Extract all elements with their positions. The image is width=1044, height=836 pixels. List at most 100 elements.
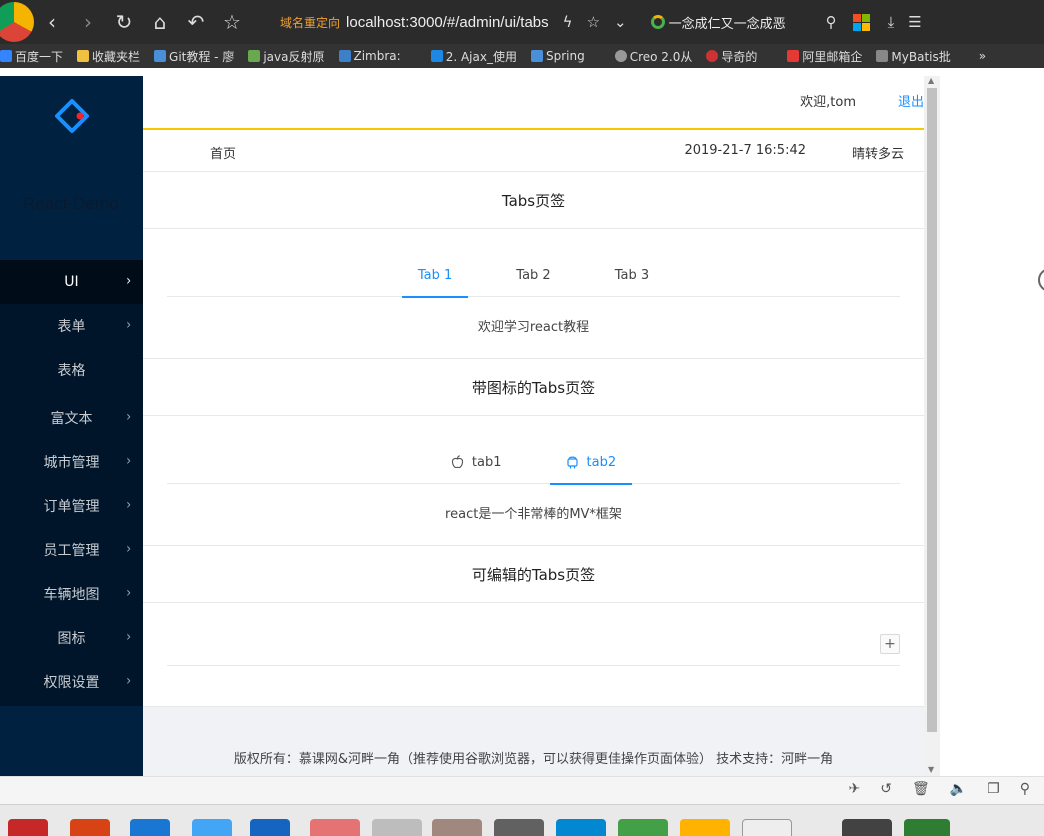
search-box[interactable]: 一念成仁又一念成恶 ⚲ — [650, 13, 837, 32]
home-icon[interactable]: ⌂ — [142, 0, 178, 44]
taskbar-app-icon[interactable] — [70, 819, 110, 836]
undo-icon[interactable]: ↶ — [178, 0, 214, 44]
volume-icon[interactable]: 🔈 — [950, 781, 967, 797]
browser-toolbar: ‹ › ↻ ⌂ ↶ ☆ 域名重定向 localhost:3000/#/admin… — [0, 0, 1044, 44]
taskbar-app-icon[interactable] — [556, 819, 606, 836]
taskbar-app-icon[interactable] — [618, 819, 668, 836]
chevron-right-icon: › — [126, 627, 131, 645]
chevron-right-icon: › — [126, 495, 131, 513]
back-icon[interactable]: ‹ — [34, 0, 70, 44]
address-bar[interactable]: 域名重定向 localhost:3000/#/admin/ui/tabs ϟ ☆… — [280, 0, 627, 44]
tabs-nav: tab1 tab2 — [167, 440, 900, 485]
forward-icon[interactable]: › — [70, 0, 106, 44]
sidebar-item-staff[interactable]: 员工管理 › — [0, 528, 143, 572]
tab-3[interactable]: Tab 3 — [599, 253, 665, 297]
download-icon[interactable]: ⤓ — [888, 13, 895, 31]
sidebar-item-vehicle-map[interactable]: 车辆地图 › — [0, 572, 143, 616]
bookmark-item[interactable]: Zimbra: — [338, 49, 401, 63]
apple-icon — [451, 455, 463, 469]
logout-link[interactable]: 退出 — [898, 91, 924, 110]
breadcrumb: 首页 2019-21-7 16:5:42 晴转多云 — [143, 130, 924, 172]
bookmark-icon — [338, 50, 351, 62]
taskbar-app-icon[interactable] — [842, 819, 892, 836]
sidebar-item-label: 表单 — [57, 319, 86, 335]
page-scrollbar[interactable]: ▲ ▼ — [924, 76, 940, 776]
main-content: 欢迎,tom 退出 首页 2019-21-7 16:5:42 晴转多云 Tabs… — [143, 76, 924, 776]
refresh-icon[interactable]: ↺ — [880, 781, 892, 797]
search-engine-icon — [650, 15, 665, 29]
taskbar-app-icon[interactable] — [904, 819, 950, 836]
tab-apple[interactable]: tab1 — [435, 440, 518, 484]
bookmark-item[interactable]: 阿里邮箱企 — [787, 48, 862, 65]
sidebar-item-table[interactable]: 表格 — [0, 348, 143, 392]
sidebar-item-label: 车辆地图 — [43, 587, 100, 603]
scroll-thumb[interactable] — [927, 88, 937, 732]
menu-icon[interactable]: ☰ — [908, 13, 921, 31]
card-body: + — [143, 603, 924, 706]
ant-logo-icon — [55, 99, 89, 133]
bookmark-item[interactable]: MyBatis批 — [876, 48, 951, 65]
taskbar-app-icon[interactable] — [8, 819, 48, 836]
sidebar-item-order[interactable]: 订单管理 › — [0, 484, 143, 528]
bookmark-item[interactable]: 收藏夹栏 — [77, 48, 140, 65]
taskbar-app-icon[interactable] — [680, 819, 730, 836]
tabs-nav: + — [167, 603, 900, 666]
browser-logo-icon — [0, 2, 34, 42]
sidebar-bottom — [0, 706, 143, 776]
apps-icon[interactable] — [852, 13, 870, 31]
zoom-icon[interactable]: ⚲ — [1020, 781, 1030, 797]
lightning-icon[interactable]: ϟ — [563, 13, 573, 31]
bookmark-icon — [530, 50, 543, 62]
sidebar-item-label: 订单管理 — [43, 499, 100, 515]
dropdown-icon[interactable]: ⌄ — [614, 13, 627, 31]
breadcrumb-home[interactable]: 首页 — [210, 143, 236, 162]
bookmarks-more-icon[interactable]: » — [979, 49, 986, 63]
taskbar-app-icon[interactable] — [130, 819, 170, 836]
search-icon[interactable]: ⚲ — [826, 13, 837, 31]
sidebar-item-rich-text[interactable]: 富文本 › — [0, 396, 143, 440]
taskbar-app-icon[interactable] — [192, 819, 232, 836]
scroll-down-icon[interactable]: ▼ — [928, 765, 934, 774]
sidebar-item-form[interactable]: 表单 › — [0, 304, 143, 348]
taskbar-app-icon[interactable] — [250, 819, 290, 836]
sidebar-item-city[interactable]: 城市管理 › — [0, 440, 143, 484]
window-icon[interactable]: ❐ — [987, 781, 1000, 797]
bookmark-item[interactable]: java反射原 — [248, 48, 325, 65]
bookmark-item[interactable]: Creo 2.0从 — [614, 48, 692, 65]
add-tab-button[interactable]: + — [880, 634, 900, 654]
reload-icon[interactable]: ↻ — [106, 0, 142, 44]
sidebar-item-label: 员工管理 — [43, 543, 100, 559]
bookmark-item[interactable]: 百度一下 — [0, 48, 63, 65]
app-title: React-Demo — [23, 194, 119, 213]
trash-icon[interactable]: 🗑 — [912, 781, 930, 797]
star-icon[interactable]: ☆ — [214, 0, 250, 44]
rocket-icon[interactable]: ✈ — [848, 781, 860, 797]
taskbar-app-icon[interactable] — [494, 819, 544, 836]
sidebar-item-icons[interactable]: 图标 › — [0, 616, 143, 660]
tab-android[interactable]: tab2 — [549, 440, 633, 485]
weather-text: 晴转多云 — [851, 147, 904, 162]
taskbar-app-icon[interactable] — [310, 819, 360, 836]
sidebar-item-permission[interactable]: 权限设置 › — [0, 660, 143, 704]
taskbar-app-icon[interactable] — [372, 819, 422, 836]
bookmark-icon — [0, 50, 12, 62]
sidebar-menu: UI › 表单 › 表格 富文本 › 城市管理 › 订单管理 › 员工管理 › 车辆地图 › … — [0, 260, 143, 704]
favorite-icon[interactable]: ☆ — [587, 13, 600, 31]
bookmark-item[interactable]: Git教程 - 廖 — [154, 48, 234, 65]
bookmark-item[interactable]: 导奇的 — [706, 48, 757, 65]
taskbar-app-icon[interactable] — [742, 819, 792, 836]
url-text[interactable]: localhost:3000/#/admin/ui/tabs — [346, 14, 549, 31]
mail-icon — [787, 50, 800, 62]
tab-2[interactable]: Tab 2 — [500, 253, 566, 297]
search-text[interactable]: 一念成仁又一念成恶 — [669, 13, 786, 32]
header: 欢迎,tom 退出 — [143, 76, 924, 130]
bookmark-item[interactable]: Spring — [530, 49, 585, 63]
taskbar-app-icon[interactable] — [432, 819, 482, 836]
bookmark-item[interactable]: 2. Ajax_使用 — [430, 48, 517, 65]
redirect-tag: 域名重定向 — [280, 15, 341, 30]
sidebar-item-label: 图标 — [57, 631, 86, 647]
tab-1[interactable]: Tab 1 — [401, 253, 469, 298]
sidebar-item-ui[interactable]: UI › — [0, 260, 143, 304]
chevron-right-icon: › — [126, 583, 131, 601]
scroll-up-icon[interactable]: ▲ — [928, 76, 934, 85]
